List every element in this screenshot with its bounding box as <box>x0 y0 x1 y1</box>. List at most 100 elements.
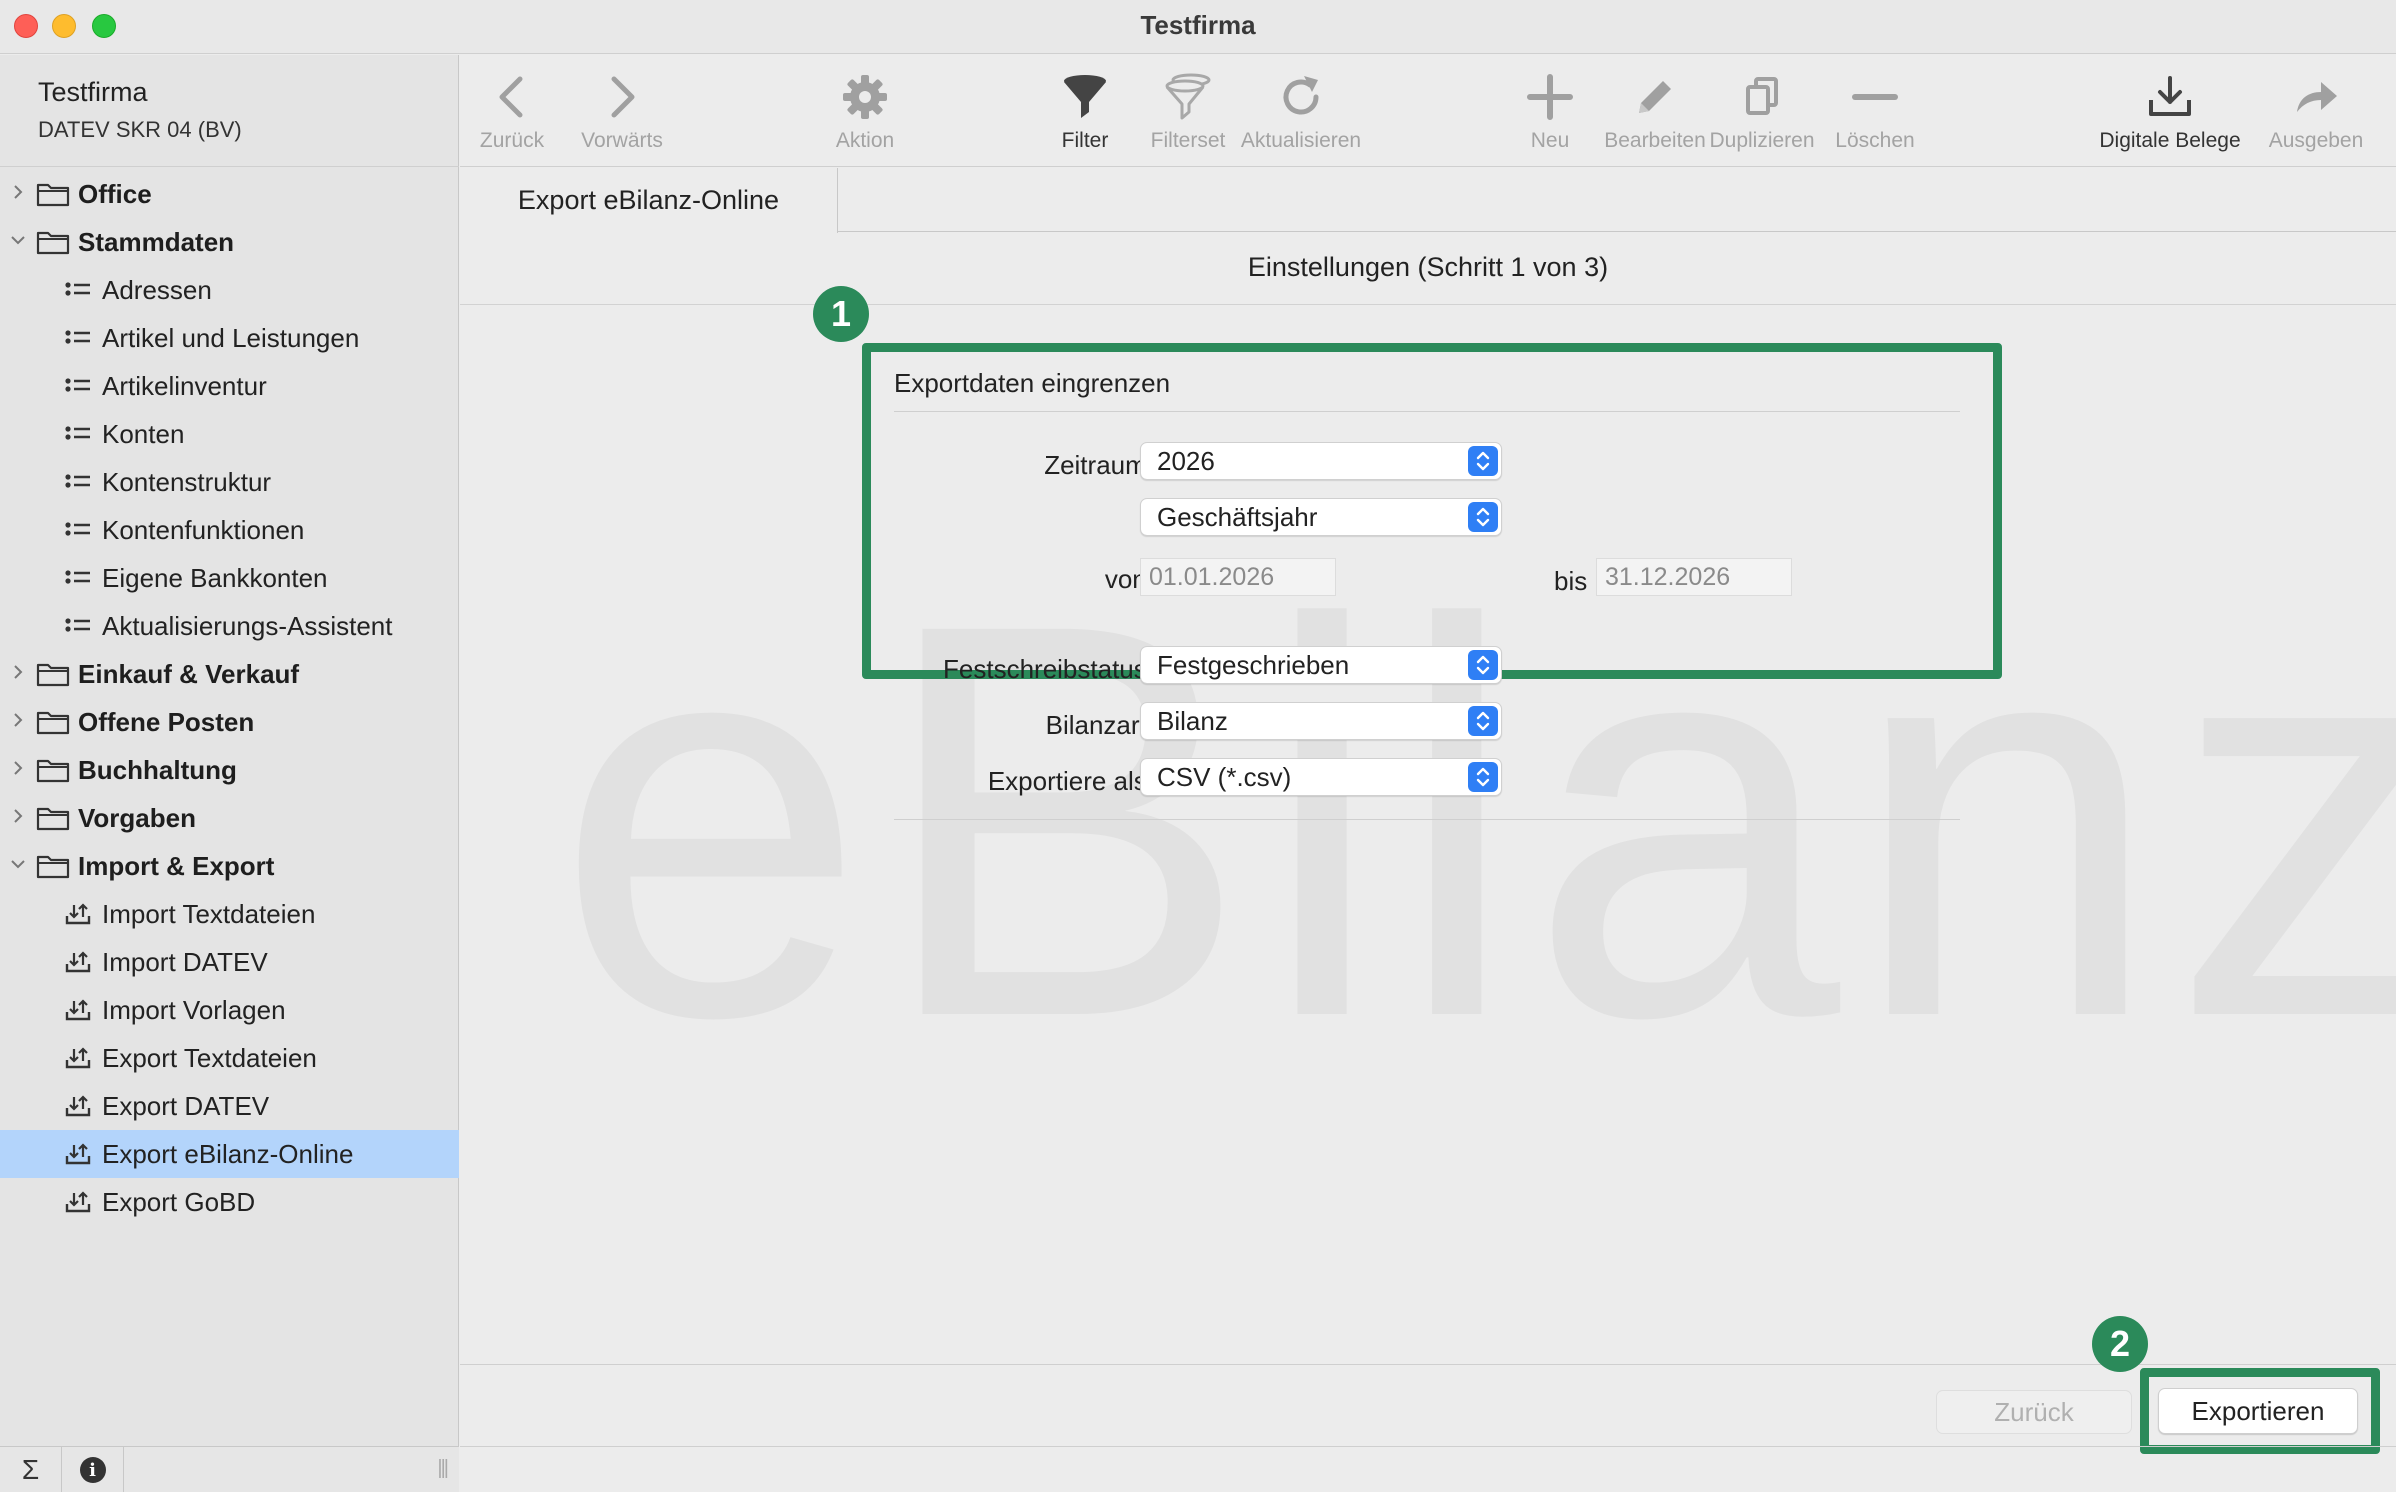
wizard-back-button[interactable]: Zurück <box>1936 1390 2132 1434</box>
sidebar-item-label: Einkauf & Verkauf <box>78 659 300 689</box>
refresh-toolbar-label: Aktualisieren <box>1240 129 1362 152</box>
balance-type-label: Bilanzart: <box>1045 710 1154 740</box>
resize-grip-icon[interactable]: ||| <box>437 1457 449 1480</box>
sidebar-item-import-textdateien[interactable]: Import Textdateien <box>0 890 459 938</box>
lock-status-value: Festgeschrieben <box>1157 650 1350 680</box>
sidebar-item-label: Import Textdateien <box>102 899 316 929</box>
import-export-icon <box>64 1046 92 1070</box>
chevron-right-icon[interactable] <box>8 758 28 782</box>
digital-docs-toolbar-button[interactable]: Digitale Belege <box>2082 67 2258 153</box>
chevron-right-icon[interactable] <box>8 806 28 830</box>
sidebar-item-label: Kontenstruktur <box>102 467 272 497</box>
sidebar-item-export-gobd[interactable]: Export GoBD <box>0 1178 459 1226</box>
step-badge-1: 1 <box>813 286 869 342</box>
sidebar-item-buchhaltung[interactable]: Buchhaltung <box>0 746 459 794</box>
gear-icon <box>843 75 887 119</box>
period-type-value: Geschäftsjahr <box>1157 502 1318 532</box>
tab-export-ebilanz-online[interactable]: Export eBilanz-Online <box>460 168 838 233</box>
sum-button[interactable]: Σ <box>0 1447 62 1492</box>
sidebar-item-office[interactable]: Office <box>0 170 459 218</box>
sidebar-item-label: Buchhaltung <box>78 755 237 785</box>
group-divider-bottom <box>894 819 1960 820</box>
sidebar-item-label: Import & Export <box>78 851 275 881</box>
duplicate-toolbar-button[interactable]: Duplizieren <box>1700 67 1824 153</box>
folder-icon <box>36 229 70 255</box>
info-button[interactable]: i <box>62 1447 124 1492</box>
to-date-field[interactable]: 31.12.2026 <box>1596 558 1792 596</box>
sidebar-item-label: Adressen <box>102 275 212 305</box>
back-toolbar-button[interactable]: Zurück <box>472 67 552 153</box>
import-export-icon <box>64 902 92 926</box>
sidebar-item-label: Export eBilanz-Online <box>102 1139 354 1169</box>
list-icon <box>64 374 92 398</box>
chevron-right-icon[interactable] <box>8 182 28 206</box>
sidebar-item-label: Vorgaben <box>78 803 196 833</box>
chevron-down-icon[interactable] <box>8 230 28 254</box>
lock-status-label: Festschreibstatus: <box>943 654 1154 684</box>
title-bar: Testfirma <box>0 0 2396 54</box>
chevron-right-icon[interactable] <box>8 710 28 734</box>
chevron-down-icon[interactable] <box>8 854 28 878</box>
lock-status-select[interactable]: Festgeschrieben <box>1140 646 1502 684</box>
balance-type-select[interactable]: Bilanz <box>1140 702 1502 740</box>
forward-toolbar-label: Vorwärts <box>581 129 663 152</box>
list-icon <box>64 278 92 302</box>
balance-type-value: Bilanz <box>1157 706 1228 736</box>
pencil-icon <box>1639 81 1671 113</box>
sidebar-item-import-export[interactable]: Import & Export <box>0 842 459 890</box>
sidebar-item-kontenfunktionen[interactable]: Kontenfunktionen <box>0 506 459 554</box>
sidebar-item-import-vorlagen[interactable]: Import Vorlagen <box>0 986 459 1034</box>
sidebar-item-import-datev[interactable]: Import DATEV <box>0 938 459 986</box>
sidebar-item-artikel-und-leistungen[interactable]: Artikel und Leistungen <box>0 314 459 362</box>
filter-toolbar-button[interactable]: Filter <box>1035 67 1135 153</box>
list-icon <box>64 518 92 542</box>
list-icon <box>64 566 92 590</box>
sidebar-item-adressen[interactable]: Adressen <box>0 266 459 314</box>
sidebar-item-aktualisierungs-assistent[interactable]: Aktualisierungs-Assistent <box>0 602 459 650</box>
sidebar-item-eigene-bankkonten[interactable]: Eigene Bankkonten <box>0 554 459 602</box>
sidebar-item-stammdaten[interactable]: Stammdaten <box>0 218 459 266</box>
refresh-icon <box>1283 76 1319 115</box>
new-toolbar-button[interactable]: Neu <box>1510 67 1590 153</box>
sidebar-item-konten[interactable]: Konten <box>0 410 459 458</box>
period-type-select[interactable]: Geschäftsjahr <box>1140 498 1502 536</box>
period-year-select[interactable]: 2026 <box>1140 442 1502 480</box>
output-toolbar-button[interactable]: Ausgeben <box>2258 67 2374 153</box>
sidebar-item-label: Artikelinventur <box>102 371 267 401</box>
chevron-right-icon[interactable] <box>8 662 28 686</box>
sidebar-item-label: Eigene Bankkonten <box>102 563 328 593</box>
forward-toolbar-button[interactable]: Vorwärts <box>572 67 672 153</box>
export-format-value: CSV (*.csv) <box>1157 762 1292 792</box>
step-divider <box>460 304 2396 305</box>
folder-icon <box>36 181 70 207</box>
action-toolbar-label: Aktion <box>835 129 895 152</box>
sidebar-item-artikelinventur[interactable]: Artikelinventur <box>0 362 459 410</box>
filter-funnel-icon <box>1064 75 1106 118</box>
sidebar-item-einkauf-verkauf[interactable]: Einkauf & Verkauf <box>0 650 459 698</box>
company-chart-of-accounts: DATEV SKR 04 (BV) <box>38 117 242 142</box>
plus-icon <box>1527 74 1573 120</box>
sidebar-item-export-ebilanz-online[interactable]: Export eBilanz-Online <box>0 1130 459 1178</box>
sidebar-item-label: Import Vorlagen <box>102 995 286 1025</box>
refresh-toolbar-button[interactable]: Aktualisieren <box>1228 67 1374 153</box>
sidebar-item-label: Artikel und Leistungen <box>102 323 360 353</box>
sidebar-divider <box>0 166 459 167</box>
sidebar-item-offene-posten[interactable]: Offene Posten <box>0 698 459 746</box>
from-date-field[interactable]: 01.01.2026 <box>1140 558 1336 596</box>
folder-icon <box>36 709 70 735</box>
export-button[interactable]: Exportieren <box>2158 1388 2358 1434</box>
list-icon <box>64 422 92 446</box>
sidebar-item-export-datev[interactable]: Export DATEV <box>0 1082 459 1130</box>
back-toolbar-label: Zurück <box>479 129 545 152</box>
delete-toolbar-button[interactable]: Löschen <box>1820 67 1930 153</box>
sidebar-item-vorgaben[interactable]: Vorgaben <box>0 794 459 842</box>
sidebar-item-label: Stammdaten <box>78 227 235 257</box>
sidebar-item-label: Konten <box>102 419 185 449</box>
export-format-select[interactable]: CSV (*.csv) <box>1140 758 1502 796</box>
sidebar-item-kontenstruktur[interactable]: Kontenstruktur <box>0 458 459 506</box>
step-badge-2: 2 <box>2092 1316 2148 1372</box>
updown-chevron-icon <box>1468 446 1498 476</box>
sidebar-item-export-textdateien[interactable]: Export Textdateien <box>0 1034 459 1082</box>
action-toolbar-button[interactable]: Aktion <box>815 67 915 153</box>
new-toolbar-label: Neu <box>1530 129 1570 152</box>
